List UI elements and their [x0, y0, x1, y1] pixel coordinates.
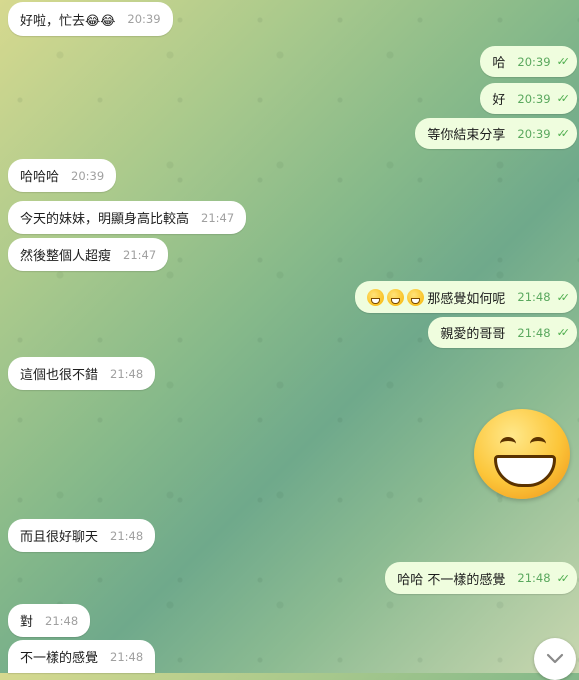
- message-time: 20:39: [517, 126, 551, 141]
- message-time: 21:48: [517, 290, 551, 304]
- message-time: 21:48: [45, 613, 79, 628]
- message-text: 哈哈 不一樣的感覺: [397, 572, 506, 588]
- message-text: 好啦，忙去😂😂: [20, 13, 116, 29]
- message-outgoing[interactable]: 哈 20:39 ✓✓: [480, 46, 577, 77]
- message-time: 21:47: [123, 247, 157, 262]
- double-check-icon: ✓✓: [556, 571, 571, 585]
- message-time: 21:47: [201, 210, 235, 225]
- message-time: 20:39: [71, 168, 105, 183]
- message-text: 對: [20, 615, 34, 630]
- message-time: 21:48: [517, 571, 551, 585]
- grinning-face-sticker[interactable]: [474, 409, 570, 499]
- message-incoming[interactable]: 好啦，忙去😂😂 20:39: [8, 2, 173, 36]
- message-text: 等你結束分享: [427, 128, 506, 143]
- message-time: 20:39: [127, 12, 161, 26]
- message-text: 今天的妹妹，明顯身高比較高: [20, 212, 190, 227]
- message-time: 20:39: [517, 54, 551, 69]
- message-incoming[interactable]: 然後整個人超瘦 21:47: [8, 238, 169, 271]
- message-outgoing[interactable]: 親愛的哥哥 21:48 ✓✓: [428, 317, 577, 348]
- message-text: 然後整個人超瘦: [20, 249, 112, 264]
- message-outgoing[interactable]: 那感覺如何呢 21:48 ✓✓: [355, 281, 577, 313]
- message-incoming[interactable]: 哈哈哈 20:39: [8, 159, 117, 192]
- message-text: 不一樣的感覺: [20, 651, 99, 666]
- message-time: 21:48: [517, 325, 551, 340]
- double-check-icon: ✓✓: [556, 127, 571, 140]
- message-text: 那感覺如何呢: [427, 291, 506, 307]
- double-check-icon: ✓✓: [556, 55, 571, 68]
- grin-emoji-icon: [387, 288, 405, 306]
- chevron-down-icon: [546, 653, 564, 664]
- double-check-icon: ✓✓: [556, 290, 571, 304]
- message-text: 這個也很不錯: [20, 368, 99, 383]
- message-text: 好: [492, 93, 506, 108]
- message-text: 哈: [492, 56, 506, 71]
- message-outgoing[interactable]: 等你結束分享 20:39 ✓✓: [415, 118, 577, 149]
- scroll-down-button[interactable]: [534, 638, 576, 680]
- message-time: 21:48: [110, 528, 144, 543]
- sticker-eye: [530, 437, 546, 451]
- message-incoming[interactable]: 而且很好聊天 21:48: [8, 519, 156, 552]
- grin-emoji-icon: [407, 288, 425, 306]
- message-incoming[interactable]: 不一樣的感覺 21:48: [8, 640, 156, 673]
- double-check-icon: ✓✓: [556, 92, 571, 105]
- message-time: 21:48: [110, 649, 144, 664]
- message-incoming[interactable]: 對 21:48: [8, 604, 91, 637]
- message-incoming[interactable]: 這個也很不錯 21:48: [8, 357, 156, 390]
- message-outgoing[interactable]: 哈哈 不一樣的感覺 21:48 ✓✓: [385, 562, 577, 594]
- message-time: 20:39: [517, 91, 551, 106]
- message-text: 而且很好聊天: [20, 530, 99, 545]
- message-time: 21:48: [110, 366, 144, 381]
- message-incoming[interactable]: 今天的妹妹，明顯身高比較高 21:47: [8, 201, 247, 234]
- message-outgoing[interactable]: 好 20:39 ✓✓: [480, 83, 577, 114]
- sticker-mouth: [494, 455, 556, 487]
- message-text: 哈哈哈: [20, 170, 60, 185]
- message-text: 親愛的哥哥: [440, 327, 506, 342]
- double-check-icon: ✓✓: [556, 326, 571, 339]
- grin-emoji-icon: [367, 288, 385, 306]
- sticker-eye: [500, 437, 516, 451]
